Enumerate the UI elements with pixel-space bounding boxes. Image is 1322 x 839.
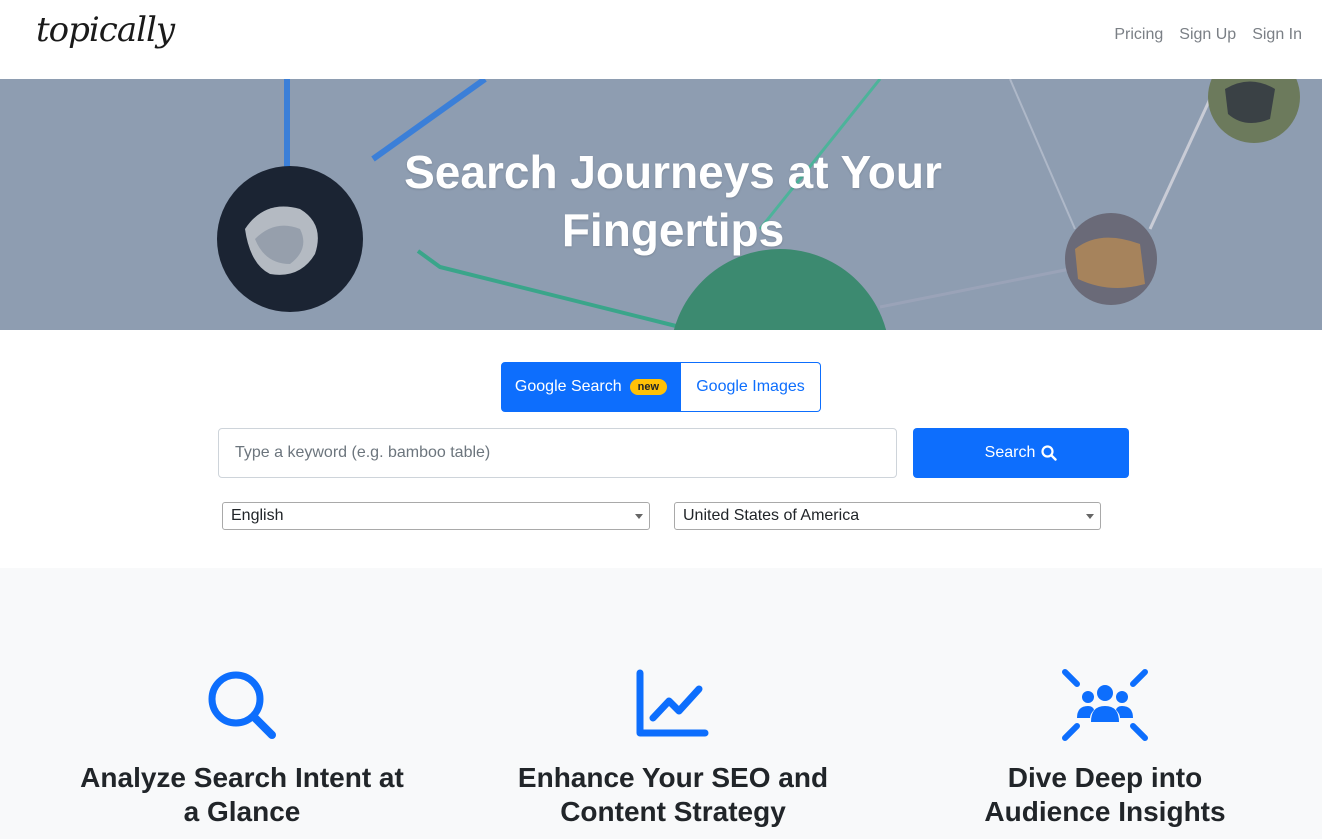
chevron-down-icon xyxy=(635,514,643,519)
feature-title-line-1: Enhance Your SEO and xyxy=(517,762,829,793)
feature-title-line-2: a Glance xyxy=(183,796,301,827)
features-section: Analyze Search Intent at a Glance Enhanc… xyxy=(0,568,1322,839)
nav-sign-up-link[interactable]: Sign Up xyxy=(1179,26,1236,44)
country-select-value: United States of America xyxy=(683,507,860,524)
audience-focus-icon xyxy=(1062,669,1148,741)
hero-title-line-2: Fingertips xyxy=(561,204,785,256)
nav-sign-in-link[interactable]: Sign In xyxy=(1252,26,1302,44)
tab-google-images[interactable]: Google Images xyxy=(681,362,821,412)
search-button[interactable]: Search xyxy=(913,428,1129,478)
search-icon xyxy=(1041,445,1058,461)
hero-banner: Search Journeys at Your Fingertips xyxy=(0,79,1322,330)
search-icon xyxy=(208,671,276,739)
nav-links: Pricing Sign Up Sign In xyxy=(1114,26,1302,44)
feature-title-line-1: Dive Deep into xyxy=(1007,762,1203,793)
keyword-search-input[interactable] xyxy=(218,428,897,478)
tab-google-search[interactable]: Google Search new xyxy=(501,362,681,412)
brand-logo[interactable]: topically xyxy=(36,10,175,50)
language-select[interactable]: English xyxy=(222,502,650,530)
new-badge: new xyxy=(629,379,668,395)
nav-pricing-link[interactable]: Pricing xyxy=(1114,26,1163,44)
feature-title-line-2: Audience Insights xyxy=(984,796,1226,827)
search-type-tabs: Google Search new Google Images xyxy=(501,362,821,412)
hero-title: Search Journeys at Your Fingertips xyxy=(0,143,1322,259)
feature-title-line-2: Content Strategy xyxy=(560,796,786,827)
tab-google-images-label: Google Images xyxy=(696,378,805,395)
search-button-label: Search xyxy=(984,444,1036,461)
language-select-value: English xyxy=(231,507,284,524)
tab-google-search-label: Google Search xyxy=(514,378,622,395)
feature-title-line-1: Analyze Search Intent at xyxy=(80,762,404,793)
navbar: topically Pricing Sign Up Sign In xyxy=(0,0,1322,79)
line-chart-icon xyxy=(636,669,709,737)
feature-title: Analyze Search Intent at a Glance xyxy=(42,761,442,829)
feature-title: Dive Deep into Audience Insights xyxy=(905,761,1305,829)
chevron-down-icon xyxy=(1086,514,1094,519)
country-select[interactable]: United States of America xyxy=(674,502,1101,530)
feature-title: Enhance Your SEO and Content Strategy xyxy=(473,761,873,829)
hero-title-line-1: Search Journeys at Your xyxy=(404,146,942,198)
